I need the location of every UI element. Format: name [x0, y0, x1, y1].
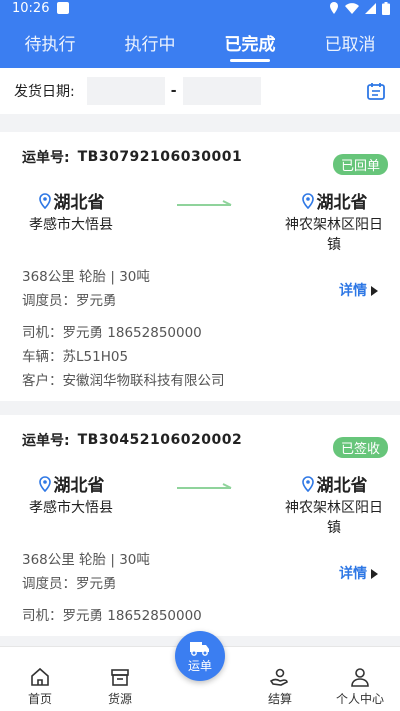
detail-link[interactable]: 详情: [339, 279, 378, 303]
settlement-icon: [269, 668, 288, 686]
tab-completed[interactable]: 已完成: [221, 16, 280, 68]
origin-province: 湖北省: [53, 193, 105, 213]
order-info: 368公里 轮胎 | 30吨 调度员：罗元勇 司机：罗元勇 1865285000…: [22, 548, 388, 636]
tab-cancelled[interactable]: 已取消: [321, 16, 380, 68]
waybill-card[interactable]: 运单号: TB30452106020002 已签收 湖北省 孝感市大悟县 湖北省…: [0, 415, 400, 636]
location-pin-icon: [38, 475, 51, 492]
route: 湖北省 孝感市大悟县 湖北省 神农架林区阳日镇: [22, 182, 388, 255]
destination-city: 神农架林区阳日镇: [285, 217, 383, 253]
waybill-card[interactable]: 运单号: TB30792106030001 已回单 湖北省 孝感市大悟县 湖北省…: [0, 132, 400, 401]
destination-province: 湖北省: [316, 476, 368, 496]
user-icon: [351, 668, 369, 687]
order-info: 368公里 轮胎 | 30吨 调度员：罗元勇 司机：罗元勇 1865285000…: [22, 265, 388, 401]
origin-city: 孝感市大悟县: [29, 217, 113, 233]
home-icon: [31, 667, 49, 686]
order-spec: 368公里 轮胎 | 30吨: [22, 269, 150, 285]
truck-icon: [190, 641, 209, 656]
nav-profile[interactable]: 个人中心: [325, 666, 395, 707]
ship-date-label: 发货日期:: [14, 84, 75, 100]
waybill-fab[interactable]: 运单: [175, 631, 225, 681]
status-badge: 已签收: [332, 437, 388, 458]
status-tabs: 待执行 执行中 已完成 已取消: [0, 16, 400, 68]
bottom-navigation: 首页 货源 运单 结算 个人中心: [0, 631, 400, 711]
nav-waybill-label: 运单: [187, 658, 212, 673]
signal-icon: [365, 2, 376, 14]
end-date-input[interactable]: [182, 77, 261, 105]
nav-cargo[interactable]: 货源: [85, 666, 155, 707]
location-pin-icon: [301, 475, 314, 492]
status-badge: 已回单: [332, 154, 388, 175]
tab-in-progress[interactable]: 执行中: [121, 16, 180, 68]
destination-province: 湖北省: [316, 193, 368, 213]
driver: 司机：罗元勇 18652850000: [22, 608, 202, 624]
start-date-input[interactable]: [86, 77, 165, 105]
date-separator: -: [170, 83, 177, 99]
nav-cargo-label: 货源: [107, 692, 132, 706]
location-pin-icon: [38, 192, 51, 209]
origin-city: 孝感市大悟县: [29, 500, 113, 516]
status-time: 10:26: [12, 0, 50, 16]
driver: 司机：罗元勇 18652850000: [22, 325, 202, 341]
tab-pending[interactable]: 待执行: [21, 16, 80, 68]
detail-label: 详情: [339, 566, 367, 582]
destination-city: 神农架林区阳日镇: [285, 500, 383, 536]
waybill-list: 运单号: TB30792106030001 已回单 湖北省 孝感市大悟县 湖北省…: [0, 132, 400, 650]
waybill-label: 运单号:: [22, 433, 70, 449]
nav-settlement[interactable]: 结算: [245, 666, 315, 707]
wifi-icon: [345, 2, 359, 14]
route-arrow-icon: [177, 200, 232, 206]
nav-home[interactable]: 首页: [5, 666, 75, 707]
nav-waybill[interactable]: 运单: [165, 631, 235, 707]
customer: 客户：安徽润华物联科技有限公司: [22, 373, 225, 389]
top-header: 10:26 待执行 执行中 已完成 已取消: [0, 0, 400, 68]
dispatcher: 调度员：罗元勇: [22, 576, 117, 592]
location-pin-icon: [301, 192, 314, 209]
origin-province: 湖北省: [53, 476, 105, 496]
route-arrow-icon: [177, 483, 232, 489]
caret-right-icon: [371, 569, 378, 579]
calendar-icon[interactable]: [366, 81, 386, 101]
dispatcher: 调度员：罗元勇: [22, 293, 117, 309]
waybill-number: TB30792106030001: [77, 149, 243, 165]
detail-link[interactable]: 详情: [339, 562, 378, 586]
nav-profile-label: 个人中心: [335, 692, 384, 706]
box-icon: [111, 669, 129, 686]
waybill-number: TB30452106020002: [77, 432, 243, 448]
notification-icon: [57, 2, 70, 14]
status-bar: 10:26: [0, 0, 400, 16]
date-filter-bar: 发货日期: -: [0, 68, 400, 114]
caret-right-icon: [371, 286, 378, 296]
detail-label: 详情: [339, 283, 367, 299]
nav-home-label: 首页: [27, 692, 52, 706]
order-spec: 368公里 轮胎 | 30吨: [22, 552, 150, 568]
location-icon: [330, 2, 338, 14]
waybill-label: 运单号:: [22, 150, 70, 166]
battery-icon: [382, 1, 390, 15]
nav-settlement-label: 结算: [267, 692, 292, 706]
vehicle: 车辆：苏L51H05: [22, 349, 129, 365]
route: 湖北省 孝感市大悟县 湖北省 神农架林区阳日镇: [22, 465, 388, 538]
